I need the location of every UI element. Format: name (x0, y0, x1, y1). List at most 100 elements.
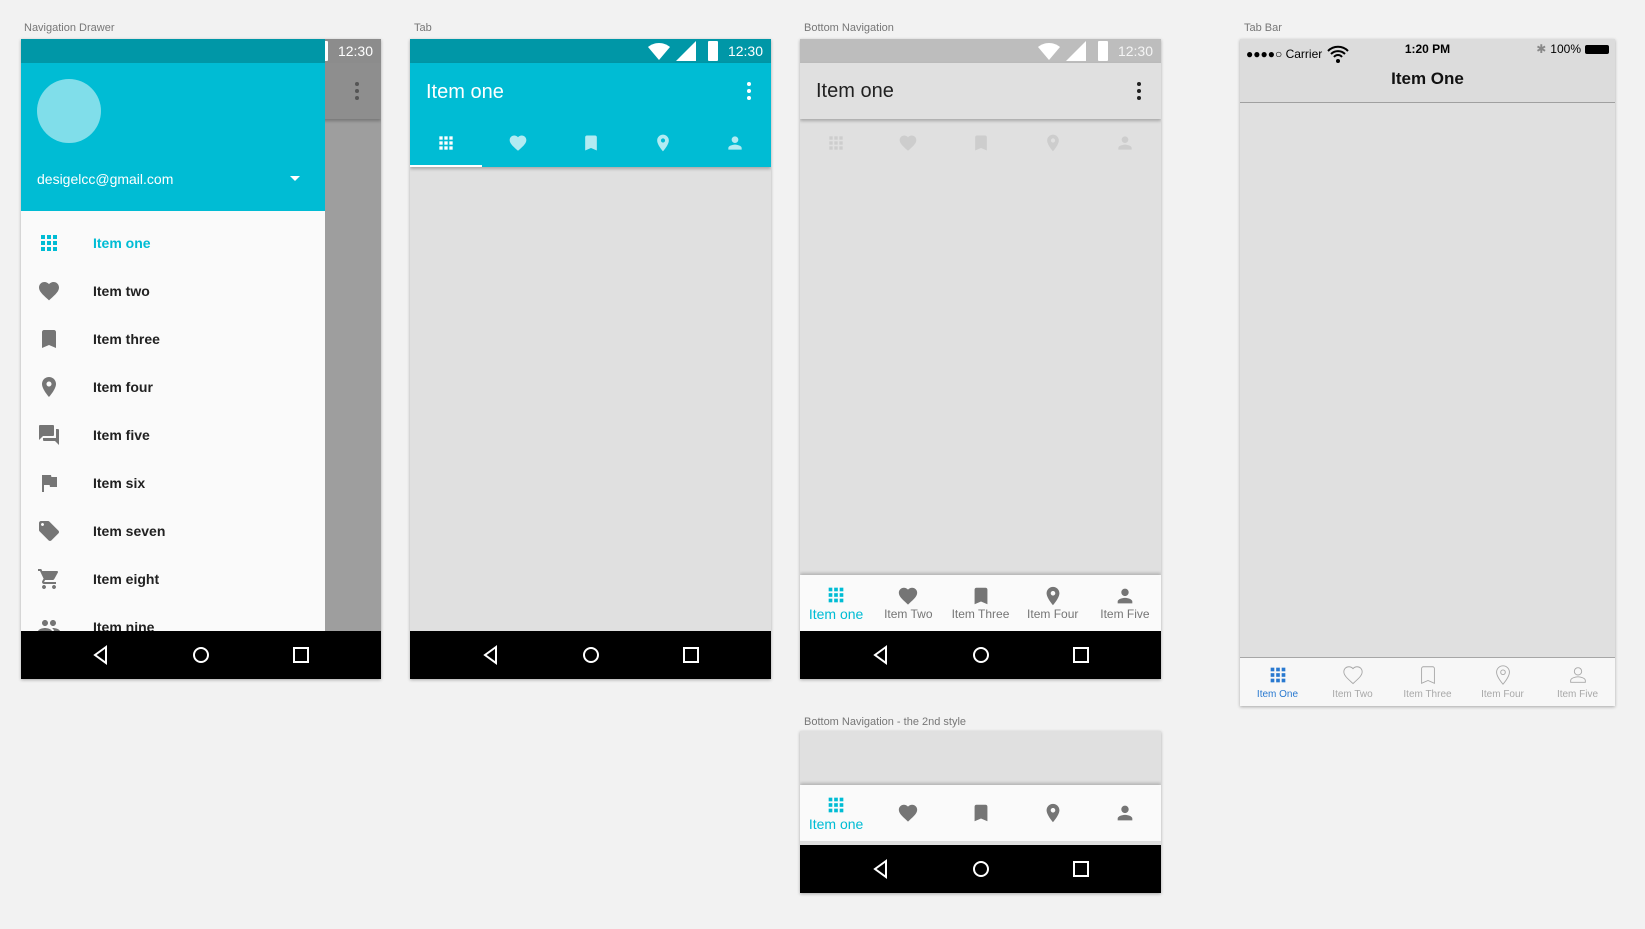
tab-heart[interactable] (482, 119, 554, 167)
back-icon (872, 859, 887, 879)
home-button[interactable] (579, 643, 603, 667)
recents-icon (1072, 647, 1089, 663)
ios-tab-bar: Item One Item Two Item Three Item Four Item … (1240, 657, 1615, 706)
bottom-nav-item[interactable]: Item Two (872, 575, 944, 631)
ios-tab-item[interactable]: Item Two (1315, 658, 1390, 706)
drawer-item[interactable]: Item eight (21, 555, 325, 603)
place-icon (653, 133, 673, 153)
tab-indicator (410, 165, 482, 167)
drawer-item[interactable]: Item nine (21, 603, 325, 631)
caption-tab: Tab (414, 22, 432, 34)
drawer-item-label: Item seven (93, 523, 166, 539)
recents-button[interactable] (1069, 643, 1093, 667)
bottom-nav-item[interactable] (944, 785, 1016, 841)
home-button[interactable] (969, 857, 993, 881)
drawer-item-label: Item six (93, 475, 146, 491)
bottom-nav-item[interactable] (1017, 785, 1089, 841)
tab-grid[interactable] (800, 119, 872, 167)
back-button[interactable] (869, 643, 893, 667)
more-vert-icon[interactable] (737, 79, 761, 103)
person-icon (1567, 664, 1589, 686)
tab-person[interactable] (1089, 119, 1161, 167)
bottom-nav-item[interactable]: Item Three (944, 575, 1016, 631)
home-button[interactable] (969, 643, 993, 667)
back-button[interactable] (869, 857, 893, 881)
battery-icon (1091, 39, 1115, 63)
person-icon (1114, 585, 1136, 607)
drawer-item[interactable]: Item two (21, 267, 325, 315)
bottom-nav-item[interactable]: Item Four (1017, 575, 1089, 631)
ios-tab-item[interactable]: Item One (1240, 658, 1315, 706)
heart-icon (897, 585, 919, 607)
ios-tab-label: Item Four (1481, 689, 1524, 700)
drawer-item[interactable]: Item four (21, 363, 325, 411)
android-nav-bar (410, 631, 771, 679)
home-button[interactable] (189, 643, 213, 667)
avatar[interactable] (37, 79, 101, 143)
battery-icon (701, 39, 725, 63)
drawer-item[interactable]: Item one (21, 219, 325, 267)
drawer-item[interactable]: Item three (21, 315, 325, 363)
status-time: 12:30 (727, 43, 763, 59)
signal-icon (674, 39, 698, 63)
bottom-navigation-screen: 12:30 Item one Item one Item Two Item Thre… (800, 39, 1161, 679)
recents-icon (682, 647, 699, 663)
bottom-nav-label: Item Four (1027, 607, 1079, 621)
home-icon (582, 647, 599, 663)
bluetooth-icon: ✱ (1536, 42, 1547, 56)
heart-icon (37, 279, 61, 303)
tab-person[interactable] (699, 119, 771, 167)
drawer-item-label: Item eight (93, 571, 160, 587)
drawer-item[interactable]: Item six (21, 459, 325, 507)
back-icon (872, 645, 887, 665)
bottom-nav-label: Item one (808, 816, 864, 832)
tab-bookmark[interactable] (944, 119, 1016, 167)
ios-tab-item[interactable]: Item Three (1390, 658, 1465, 706)
tab-place[interactable] (1017, 119, 1089, 167)
navigation-drawer-screen: 12:30 desigelcc@gmail.com Item one Item t… (21, 39, 381, 679)
drawer-item[interactable]: Item five (21, 411, 325, 459)
tab-heart[interactable] (872, 119, 944, 167)
bookmark-icon (970, 585, 992, 607)
bottom-nav-item[interactable]: Item one (800, 575, 872, 631)
place-icon (1492, 664, 1514, 686)
account-email[interactable]: desigelcc@gmail.com (37, 171, 173, 187)
ios-tab-item[interactable]: Item Five (1540, 658, 1615, 706)
bottom-navigation-2nd-style-screen: Item one (800, 731, 1161, 893)
more-vert-icon[interactable] (1127, 79, 1151, 103)
android-nav-bar (21, 631, 381, 679)
drawer-menu: Item one Item two Item three Item four Item … (21, 211, 325, 631)
tab-bookmark[interactable] (554, 119, 626, 167)
caption-tab-bar: Tab Bar (1244, 22, 1282, 34)
tag-icon (37, 519, 61, 543)
bottom-nav-item[interactable]: Item one (800, 785, 872, 841)
recents-button[interactable] (679, 643, 703, 667)
back-button[interactable] (479, 643, 503, 667)
cart-icon (37, 567, 61, 591)
drawer-item[interactable]: Item seven (21, 507, 325, 555)
status-time: 12:30 (337, 43, 373, 59)
grid-icon (37, 231, 61, 255)
drawer-item-label: Item four (93, 379, 153, 395)
tab-place[interactable] (627, 119, 699, 167)
android-nav-bar (800, 845, 1161, 893)
place-icon (37, 375, 61, 399)
bottom-nav-item[interactable] (872, 785, 944, 841)
bookmark-icon (971, 133, 991, 153)
place-icon (1042, 585, 1064, 607)
back-icon (482, 645, 497, 665)
back-button[interactable] (89, 643, 113, 667)
recents-button[interactable] (289, 643, 313, 667)
android-nav-bar (800, 631, 1161, 679)
bottom-nav-item[interactable] (1089, 785, 1161, 841)
grid-icon (825, 584, 847, 606)
dropdown-arrow-icon[interactable] (283, 166, 307, 190)
recents-button[interactable] (1069, 857, 1093, 881)
home-icon (972, 647, 989, 663)
people-icon (37, 615, 61, 631)
bottom-nav-item[interactable]: Item Five (1089, 575, 1161, 631)
tab-grid[interactable] (410, 119, 482, 167)
drawer-item-label: Item nine (93, 619, 155, 631)
more-vert-icon[interactable] (345, 79, 369, 103)
ios-tab-item[interactable]: Item Four (1465, 658, 1540, 706)
